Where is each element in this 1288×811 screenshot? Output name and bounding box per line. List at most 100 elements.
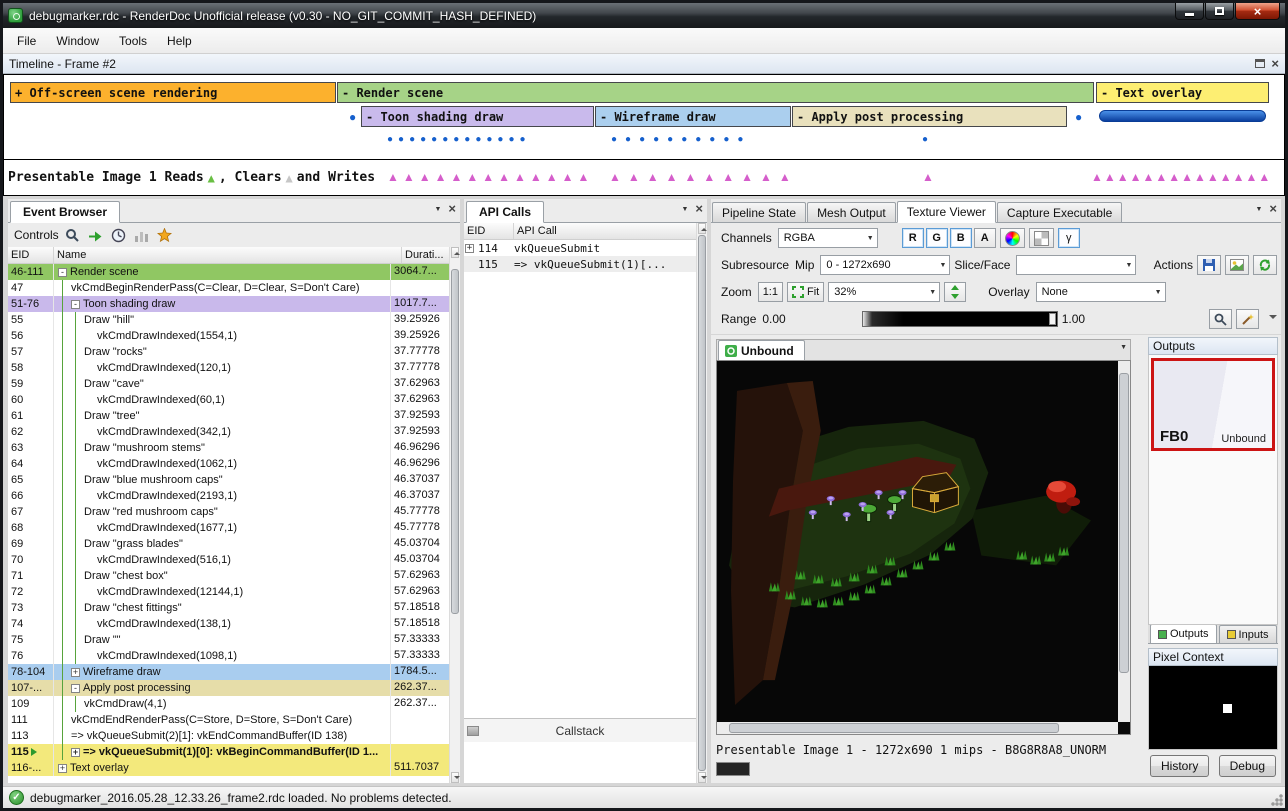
event-row[interactable]: 56 vkCmdDrawIndexed(1554,1) 39.25926 bbox=[8, 328, 449, 344]
event-row[interactable]: 65 Draw "blue mushroom caps" 46.37037 bbox=[8, 472, 449, 488]
write-triangle-group[interactable]: ▲▲▲▲▲▲▲▲▲▲▲▲▲ bbox=[387, 160, 593, 194]
timeline[interactable]: + Off-screen scene rendering- Render sce… bbox=[3, 74, 1285, 196]
texture-list-dropdown-icon[interactable]: ▼ bbox=[1120, 344, 1127, 351]
gamma-button[interactable]: γ bbox=[1058, 228, 1080, 248]
maximize-button[interactable] bbox=[1205, 3, 1234, 20]
panel-menu-icon[interactable]: ▼ bbox=[434, 206, 441, 213]
event-row[interactable]: 67 Draw "red mushroom caps" 45.77778 bbox=[8, 504, 449, 520]
event-browser-scrollbar[interactable] bbox=[449, 247, 460, 783]
scroll-thumb[interactable] bbox=[729, 723, 1059, 733]
scroll-thumb[interactable] bbox=[1119, 373, 1129, 673]
range-handle[interactable] bbox=[1049, 313, 1056, 325]
event-row[interactable]: 111 vkCmdEndRenderPass(C=Store, D=Store,… bbox=[8, 712, 449, 728]
custom-display-button[interactable] bbox=[1000, 228, 1025, 248]
bookmark-icon[interactable] bbox=[156, 226, 174, 244]
event-row[interactable]: 66 vkCmdDrawIndexed(2193,1) 46.37037 bbox=[8, 488, 449, 504]
overlay-dropdown[interactable]: None ▼ bbox=[1036, 282, 1166, 302]
event-row[interactable]: 75 Draw "" 57.33333 bbox=[8, 632, 449, 648]
expander-icon[interactable]: + bbox=[465, 244, 474, 253]
event-row[interactable]: 58 vkCmdDrawIndexed(120,1) 37.77778 bbox=[8, 360, 449, 376]
zoom-1to1-button[interactable]: 1:1 bbox=[758, 282, 783, 302]
event-row[interactable]: 72 vkCmdDrawIndexed(12144,1) 57.62963 bbox=[8, 584, 449, 600]
event-row[interactable]: 76 vkCmdDrawIndexed(1098,1) 57.33333 bbox=[8, 648, 449, 664]
goto-eid-icon[interactable] bbox=[87, 226, 105, 244]
event-row[interactable]: 55 Draw "hill" 39.25926 bbox=[8, 312, 449, 328]
event-row[interactable]: 70 vkCmdDrawIndexed(516,1) 45.03704 bbox=[8, 552, 449, 568]
texture-display[interactable] bbox=[716, 360, 1131, 735]
expander-icon[interactable]: + bbox=[71, 668, 80, 677]
thumbnail-tab[interactable]: Outputs bbox=[1150, 624, 1217, 643]
write-triangle-group[interactable]: ▲▲▲▲▲▲▲▲▲▲ bbox=[609, 160, 798, 194]
minimize-button[interactable] bbox=[1175, 3, 1204, 20]
expander-icon[interactable]: + bbox=[71, 748, 80, 757]
event-row[interactable]: 57 Draw "rocks" 37.77778 bbox=[8, 344, 449, 360]
thumbnail-tab[interactable]: Inputs bbox=[1219, 625, 1277, 643]
channel-button[interactable]: G bbox=[926, 228, 948, 248]
event-row[interactable]: 71 Draw "chest box" 57.62963 bbox=[8, 568, 449, 584]
menu-item[interactable]: Tools bbox=[109, 30, 157, 52]
zoom-level-combo[interactable]: 32% ▼ bbox=[828, 282, 940, 302]
api-call-row[interactable]: 115 => vkQueueSubmit(1)[... bbox=[464, 256, 696, 272]
write-triangle-group[interactable]: ▲ bbox=[922, 160, 934, 194]
expander-icon[interactable]: - bbox=[71, 300, 80, 309]
expander-icon[interactable]: - bbox=[71, 684, 80, 693]
scroll-up-icon[interactable] bbox=[451, 247, 459, 258]
tab-event-browser[interactable]: Event Browser bbox=[10, 201, 120, 223]
time-draws-icon[interactable] bbox=[110, 226, 128, 244]
flip-y-button[interactable] bbox=[944, 282, 966, 302]
event-row[interactable]: 63 Draw "mushroom stems" 46.96296 bbox=[8, 440, 449, 456]
tab-api-calls[interactable]: API Calls bbox=[466, 201, 544, 223]
menu-item[interactable]: Window bbox=[46, 30, 109, 52]
fb0-thumbnail[interactable]: FB0 Unbound bbox=[1151, 358, 1275, 451]
event-row[interactable]: 115 +=> vkQueueSubmit(1)[0]: vkBeginComm… bbox=[8, 744, 449, 760]
draw-dot-group[interactable]: ●●●●●●●●●●●●● bbox=[387, 132, 531, 148]
alpha-background-button[interactable] bbox=[1029, 228, 1054, 248]
texture-vertical-scrollbar[interactable] bbox=[1118, 361, 1130, 722]
pixel-context-view[interactable] bbox=[1148, 666, 1278, 750]
find-icon[interactable] bbox=[64, 226, 82, 244]
draw-dot-group[interactable]: ● bbox=[922, 132, 928, 148]
timeline-marker-bar[interactable]: - Toon shading draw bbox=[361, 106, 594, 127]
callstack-section[interactable]: Callstack bbox=[464, 718, 696, 742]
event-row[interactable]: 116-... +Text overlay 511.7037 bbox=[8, 760, 449, 776]
float-panel-icon[interactable] bbox=[1255, 59, 1265, 68]
save-texture-button[interactable] bbox=[1197, 255, 1221, 275]
timeline-marker-bar[interactable]: - Render scene bbox=[337, 82, 1094, 103]
autofit-range-button[interactable] bbox=[1236, 309, 1259, 329]
refresh-icon-button[interactable] bbox=[1253, 255, 1277, 275]
close-panel-icon[interactable]: × bbox=[448, 204, 456, 214]
write-triangle-group[interactable]: ▲▲▲▲▲▲▲▲▲▲▲▲▲▲ bbox=[1091, 160, 1271, 194]
api-calls-scrollbar[interactable] bbox=[696, 223, 707, 783]
event-row[interactable]: 109 vkCmdDraw(4,1) 262.37... bbox=[8, 696, 449, 712]
draw-event-dot[interactable]: ● bbox=[349, 106, 356, 127]
event-row[interactable]: 78-104 +Wireframe draw 1784.5... bbox=[8, 664, 449, 680]
panel-menu-icon[interactable]: ▼ bbox=[1255, 206, 1262, 213]
event-row[interactable]: 69 Draw "grass blades" 45.03704 bbox=[8, 536, 449, 552]
timeline-marker-bar[interactable]: - Text overlay bbox=[1096, 82, 1269, 103]
zoom-range-button[interactable] bbox=[1209, 309, 1232, 329]
toolbar-overflow-icon[interactable] bbox=[1269, 315, 1277, 323]
open-texture-list-button[interactable] bbox=[1225, 255, 1249, 275]
close-panel-icon[interactable]: × bbox=[1271, 59, 1279, 69]
channel-button[interactable]: B bbox=[950, 228, 972, 248]
menu-item[interactable]: File bbox=[7, 30, 46, 52]
event-row[interactable]: 61 Draw "tree" 37.92593 bbox=[8, 408, 449, 424]
draw-event-dot[interactable]: ● bbox=[1075, 106, 1082, 127]
panel-tab[interactable]: Mesh Output bbox=[807, 202, 896, 223]
event-row[interactable]: 46-111 -Render scene 3064.7... bbox=[8, 264, 449, 280]
event-row[interactable]: 47 vkCmdBeginRenderPass(C=Clear, D=Clear… bbox=[8, 280, 449, 296]
column-eid[interactable]: EID bbox=[464, 223, 514, 239]
event-row[interactable]: 51-76 -Toon shading draw 1017.7... bbox=[8, 296, 449, 312]
event-row[interactable]: 73 Draw "chest fittings" 57.18518 bbox=[8, 600, 449, 616]
debug-button[interactable]: Debug bbox=[1219, 755, 1276, 777]
column-api-call[interactable]: API Call bbox=[514, 223, 707, 239]
timeline-marker-bar[interactable]: - Apply post processing bbox=[792, 106, 1067, 127]
expander-icon[interactable]: - bbox=[58, 268, 67, 277]
close-panel-icon[interactable]: × bbox=[1269, 204, 1277, 214]
event-row[interactable]: 59 Draw "cave" 37.62963 bbox=[8, 376, 449, 392]
draw-dot-group[interactable]: ●●●●●●●●●● bbox=[611, 132, 751, 148]
tab-unbound-texture[interactable]: Unbound bbox=[718, 340, 805, 360]
channel-button[interactable]: R bbox=[902, 228, 924, 248]
timeline-marker-bar[interactable]: - Wireframe draw bbox=[595, 106, 791, 127]
timeline-event-range-bar[interactable] bbox=[1099, 110, 1266, 122]
